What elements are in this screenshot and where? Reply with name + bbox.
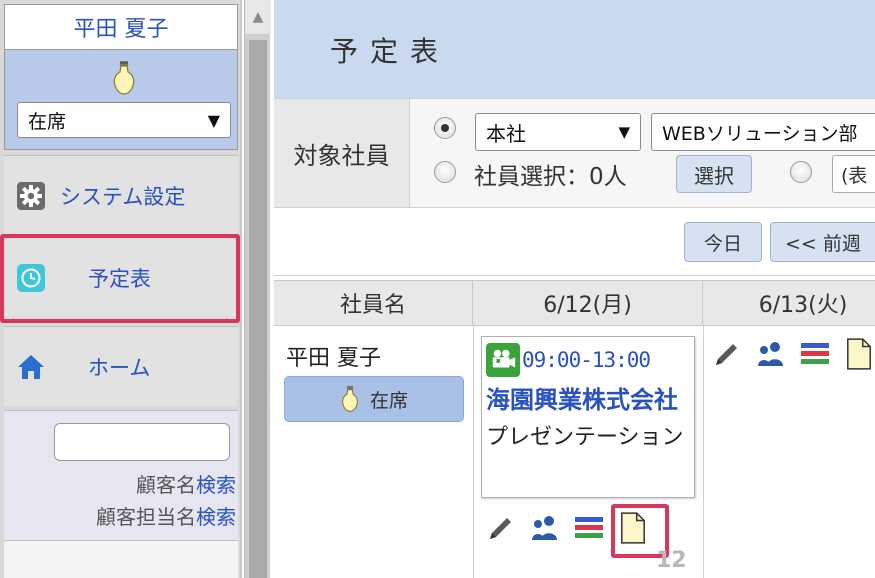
customer-name-label: 顧客名 [136,473,196,497]
column-divider [473,326,474,578]
video-camera-icon [486,343,520,377]
column-header-employee: 社員名 [274,281,473,325]
radio-department[interactable] [434,117,456,139]
list-icon[interactable] [800,336,830,372]
employee-status-text: 在席 [369,389,408,412]
employee-filter: 対象社員 本社 ▼ WEBソリューション部 社員選択：0人 選択 (表 [274,98,875,208]
scroll-up-arrow-icon[interactable]: ▲ [245,0,271,34]
day-action-icons [712,336,875,372]
chevron-down-icon: ▼ [618,123,630,141]
select-employee-button[interactable]: 選択 [676,155,752,193]
today-button[interactable]: 今日 [684,222,762,262]
chevron-down-icon: ▼ [207,110,220,130]
sidebar-item-label: システム設定 [60,184,186,209]
prev-week-button[interactable]: << 前週 [770,222,875,262]
employee-name[interactable]: 平田 夏子 [286,340,381,372]
app-window: 平田 夏子 在席 ▼ システム設定 予定表 ホーム 顧客名検索 顧客担当名検索 … [0,0,875,578]
bulb-icon [342,385,358,412]
sidebar-item-system-settings[interactable]: システム設定 [4,155,238,235]
pencil-icon[interactable] [712,336,742,372]
sidebar-item-label: ホーム [88,355,151,380]
sidebar-scrollbar[interactable]: ▲ [244,0,271,578]
column-header-day[interactable]: 6/13(火) [703,281,875,325]
status-select[interactable]: 在席 ▼ [17,102,231,138]
customer-search-input[interactable] [54,423,230,461]
day-number: 12 [656,548,687,573]
display-select[interactable]: (表 [832,155,875,193]
customer-contact-search-link[interactable]: 検索 [196,505,236,529]
column-header-day[interactable]: 6/12(月) [473,281,703,325]
people-icon[interactable] [756,336,786,372]
radio-employee-select[interactable] [434,161,456,183]
schedule-highlight-frame [0,234,240,323]
employee-select-count: 社員選択：0人 [474,164,627,190]
presence-panel: 在席 ▼ [4,50,238,150]
department-select-value: WEBソリューション部 [662,122,858,145]
page-title: 予定表 [330,35,451,68]
people-icon[interactable] [530,510,560,546]
scroll-thumb[interactable] [249,40,267,578]
status-select-value: 在席 [28,110,67,133]
department-select[interactable]: WEBソリューション部 [651,113,875,151]
sidebar: 平田 夏子 在席 ▼ システム設定 予定表 ホーム 顧客名検索 顧客担当名検索 [0,0,242,578]
customer-name-search-link[interactable]: 検索 [196,473,236,497]
radio-display[interactable] [790,161,812,183]
filter-label: 対象社員 [274,99,410,207]
sidebar-item-home[interactable]: ホーム [4,326,238,406]
event-time-row: 09:00-13:00 [486,341,690,379]
column-divider [703,326,704,578]
bulb-icon [113,61,135,95]
employee-status-badge: 在席 [284,376,464,422]
office-select[interactable]: 本社 ▼ [475,113,641,151]
schedule-event[interactable]: 09:00-13:00 海園興業株式会社 プレゼンテーション [481,336,695,498]
office-select-value: 本社 [486,121,526,146]
main-content: 予定表 対象社員 本社 ▼ WEBソリューション部 社員選択：0人 選択 (表 … [274,0,875,578]
sidebar-user-name[interactable]: 平田 夏子 [4,4,238,50]
gear-icon [16,181,46,211]
customer-name-search: 顧客名検索 [136,469,236,498]
customer-contact-label: 顧客担当名 [96,505,196,529]
schedule-table-header: 社員名 6/12(月) 6/13(火) [274,280,875,326]
event-company[interactable]: 海園興業株式会社 [486,381,690,419]
sidebar-footer [4,540,238,578]
home-icon [16,352,46,382]
list-icon[interactable] [574,510,604,546]
customer-contact-search: 顧客担当名検索 [96,501,236,530]
memo-icon[interactable] [844,336,874,372]
customer-search-panel: 顧客名検索 顧客担当名検索 [4,410,238,540]
pencil-icon[interactable] [486,510,516,546]
event-title: プレゼンテーション [486,425,684,450]
event-time: 09:00-13:00 [522,348,651,372]
page-header: 予定表 [274,0,875,98]
week-navigation: 今日 << 前週 [274,210,875,276]
